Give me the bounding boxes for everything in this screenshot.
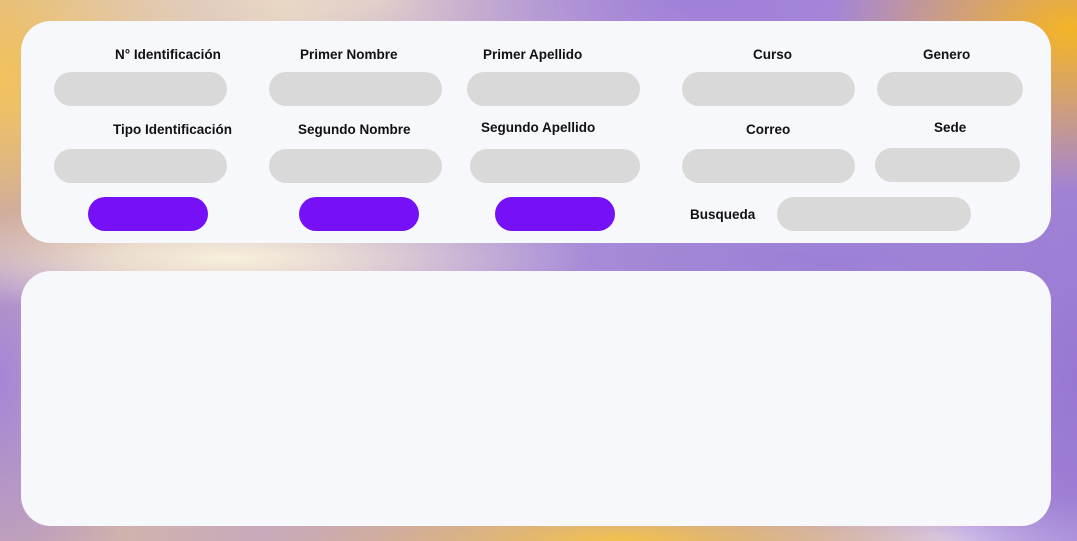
second-surname-label: Segundo Apellido <box>481 120 596 135</box>
id-type-label: Tipo Identificación <box>113 122 233 137</box>
id-type-input[interactable] <box>54 149 227 183</box>
campus-label: Sede <box>934 120 967 135</box>
id-number-input[interactable] <box>54 72 227 106</box>
gender-input[interactable] <box>877 72 1023 106</box>
first-name-label: Primer Nombre <box>300 47 398 62</box>
course-input[interactable] <box>682 72 855 106</box>
second-name-label: Segundo Nombre <box>298 122 411 137</box>
results-panel <box>21 271 1051 526</box>
first-surname-input[interactable] <box>467 72 640 106</box>
action-button-1[interactable] <box>88 197 208 231</box>
email-input[interactable] <box>682 149 855 183</box>
second-surname-input[interactable] <box>470 149 640 183</box>
search-input[interactable] <box>777 197 971 231</box>
gender-label: Genero <box>923 47 971 62</box>
id-number-label: N° Identificación <box>115 47 221 62</box>
course-label: Curso <box>753 47 793 62</box>
first-name-input[interactable] <box>269 72 442 106</box>
campus-input[interactable] <box>875 148 1020 182</box>
first-surname-label: Primer Apellido <box>483 47 583 62</box>
email-label: Correo <box>746 122 791 137</box>
action-button-2[interactable] <box>299 197 419 231</box>
action-button-3[interactable] <box>495 197 615 231</box>
search-label: Busqueda <box>690 207 756 222</box>
second-name-input[interactable] <box>269 149 442 183</box>
